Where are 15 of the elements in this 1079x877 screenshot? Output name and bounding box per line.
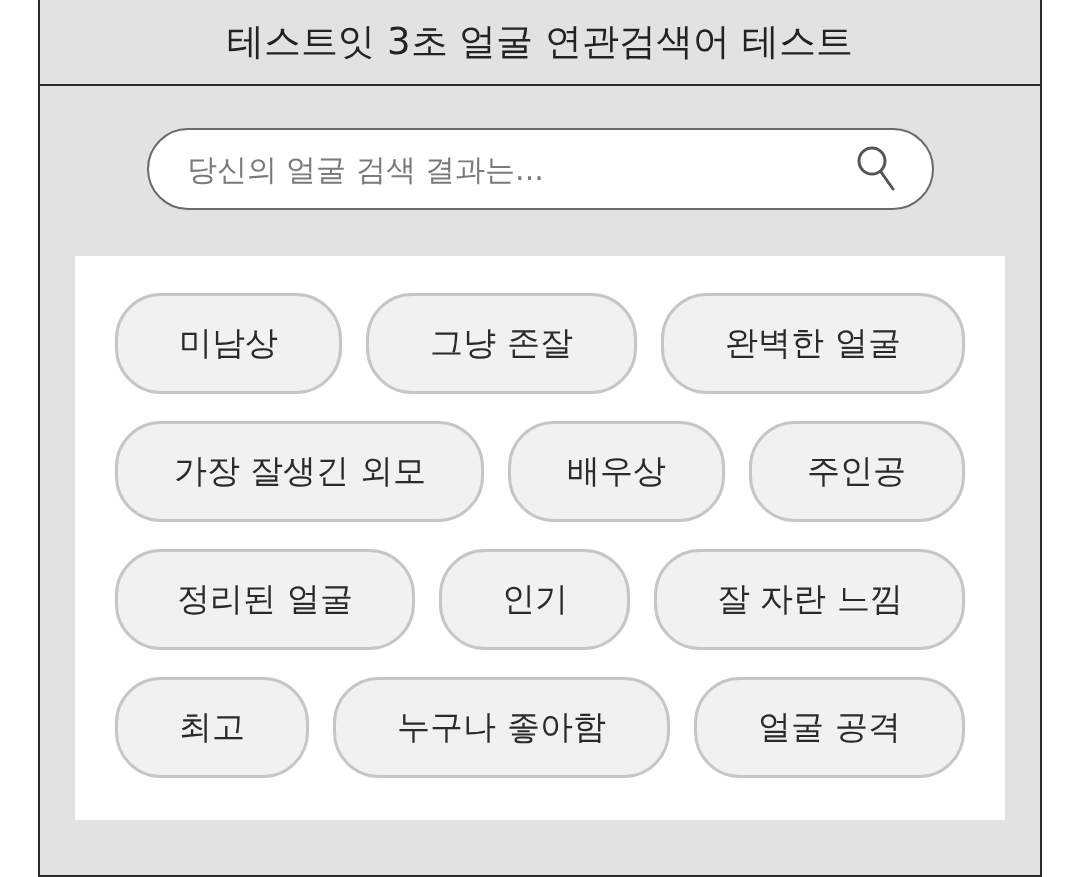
keyword-tag[interactable]: 완벽한 얼굴 — [661, 293, 965, 394]
keyword-tag[interactable]: 최고 — [115, 677, 310, 778]
search-icon[interactable] — [855, 144, 896, 192]
page-title: 테스트잇 3초 얼굴 연관검색어 테스트 — [227, 19, 853, 65]
keyword-tag[interactable]: 인기 — [439, 549, 631, 650]
keyword-tag[interactable]: 정리된 얼굴 — [115, 549, 416, 650]
keyword-tag[interactable]: 얼굴 공격 — [694, 677, 965, 778]
keyword-tag[interactable]: 그냥 존잘 — [366, 293, 638, 394]
keyword-tag[interactable]: 가장 잘생긴 외모 — [115, 421, 485, 522]
keyword-tag[interactable]: 잘 자란 느낌 — [654, 549, 965, 650]
search-field[interactable]: 당신의 얼굴 검색 결과는... — [146, 128, 934, 210]
keyword-tag[interactable]: 배우상 — [508, 421, 725, 522]
keyword-tag[interactable]: 누구나 좋아함 — [333, 677, 671, 778]
keyword-tag[interactable]: 주인공 — [748, 421, 965, 522]
keyword-tag[interactable]: 미남상 — [115, 293, 343, 394]
